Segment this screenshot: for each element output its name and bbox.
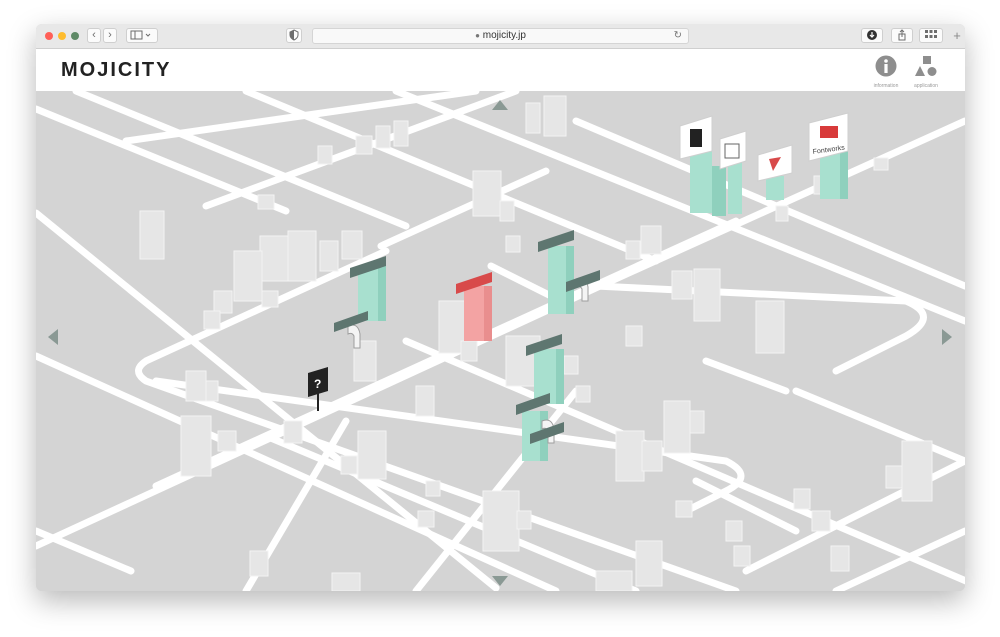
browser-toolbar: ‹ › ● mojicity.jp ↻ + [36,24,965,49]
city-map-canvas[interactable]: Fontworks ? [36,91,965,591]
application-label: application [914,83,938,89]
forward-button[interactable]: › [103,28,117,43]
sidebar-icon [130,30,151,40]
download-icon [867,30,877,40]
chevron-left-icon: ‹ [92,29,96,41]
minimize-window-button[interactable] [58,32,66,40]
triangle-left-icon [48,329,58,345]
information-label: information [873,83,899,89]
site-header: MOJICITY information application [36,49,965,91]
lock-icon: ● [475,31,480,40]
information-button[interactable]: information [865,55,907,89]
downloads-button[interactable] [861,28,883,43]
plus-icon: + [953,28,961,43]
share-icon [898,29,906,41]
sidebar-toggle-button[interactable] [126,28,158,43]
url-text: mojicity.jp [482,30,526,41]
scroll-up-arrow[interactable] [492,97,508,115]
info-icon [875,55,897,77]
shield-icon [289,29,299,41]
triangle-right-icon [942,329,952,345]
new-tab-button[interactable]: + [950,28,964,44]
city-map[interactable]: Fontworks ? [36,91,965,591]
scroll-down-arrow[interactable] [492,573,508,591]
share-button[interactable] [891,28,913,43]
chevron-right-icon: › [108,29,112,41]
maximize-window-button[interactable] [71,32,79,40]
shapes-icon [915,56,937,76]
privacy-report-button[interactable] [286,28,302,43]
grid-icon [925,30,937,38]
site-logo[interactable]: MOJICITY [61,59,171,82]
scroll-left-arrow[interactable] [48,329,58,350]
address-bar[interactable]: ● mojicity.jp ↻ [312,28,689,44]
reload-icon[interactable]: ↻ [674,29,682,43]
triangle-down-icon [492,576,508,586]
back-button[interactable]: ‹ [87,28,101,43]
close-window-button[interactable] [45,32,53,40]
browser-window: ‹ › ● mojicity.jp ↻ + MOJICITY informati… [36,24,965,591]
scroll-right-arrow[interactable] [942,329,952,350]
tab-overview-button[interactable] [919,28,943,43]
triangle-up-icon [492,100,508,110]
question-sign-text: ? [314,377,321,391]
application-button[interactable]: application [905,55,947,89]
